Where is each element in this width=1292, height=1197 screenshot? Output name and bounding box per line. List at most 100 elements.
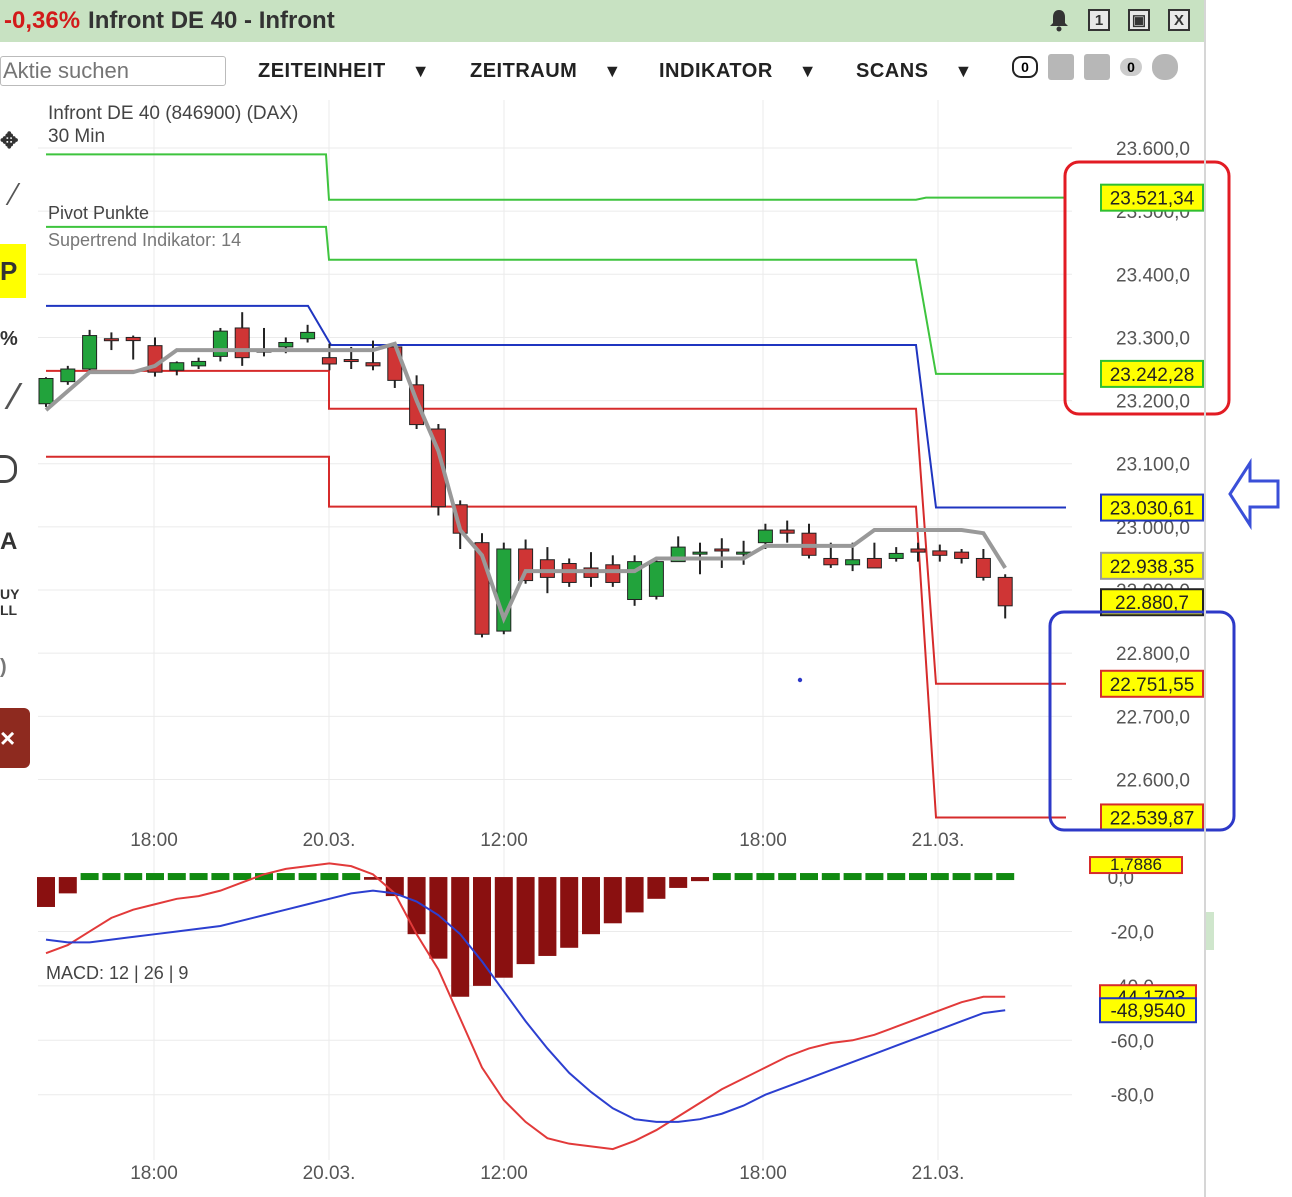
candle-body [648,561,664,597]
candle-body [932,550,948,556]
histogram-bar [974,873,993,881]
time-tick-label: 18:00 [130,1163,178,1184]
time-tick-label: 12:00 [480,830,528,851]
histogram-bar [887,873,906,881]
candle-body [692,551,708,555]
histogram-bar [691,877,709,882]
candle-body [234,327,250,359]
time-tick-label: 18:00 [739,1163,787,1184]
price-label-text: 23.030,61 [1110,499,1195,520]
histogram-bar [582,877,600,935]
candle-body [169,362,185,371]
candle-body [191,360,207,367]
time-tick-label: 12:00 [480,1163,528,1184]
pivot-line [46,304,1066,509]
candle-body [278,341,294,348]
histogram-bar [516,877,535,965]
histogram-bar [560,877,579,948]
candles [38,312,1013,638]
histogram-bar [712,873,731,881]
histogram-value-text: 1,7886 [1110,855,1162,874]
price-tick-label: 23.600,0 [1116,139,1190,160]
time-tick-label: 21.03. [912,830,965,851]
histogram-bar [865,873,884,881]
price-label-text: 23.521,34 [1110,189,1195,210]
dot-marker [797,677,803,683]
histogram-bar [821,873,840,881]
histogram-bar [58,877,77,894]
indicator-pivot-label: Pivot Punkte [48,203,149,223]
time-axis-top: 18:00 20.03. 12:00 18:00 21.03. [130,830,964,851]
histogram-bar [37,877,55,907]
price-tick-label: 22.600,0 [1116,770,1190,791]
chart-title: Infront DE 40 (846900) (DAX) [48,103,298,124]
histogram-bar [996,873,1015,881]
pivot-lines [46,153,1066,819]
candle-body [975,557,991,578]
histogram-bar [625,877,644,913]
candle-body [866,557,882,569]
candle-body [910,548,926,553]
price-tick-label: 23.200,0 [1116,392,1190,413]
candle-body [605,564,621,583]
candle-body [343,359,359,363]
candle-body [888,552,904,559]
price-tick-label: 22.700,0 [1116,707,1190,728]
chart-subtitle: 30 Min [48,126,105,147]
candle-body [845,559,861,566]
histogram-bar [80,873,99,881]
candle-body [779,529,795,534]
histogram-bar [211,873,230,881]
histogram-bar [102,873,121,881]
price-label-text: 23.242,28 [1110,365,1195,386]
macd-tick-label: -80,0 [1111,1086,1154,1107]
macd-tick-label: -60,0 [1111,1031,1154,1052]
scrollbar-thumb[interactable] [1206,912,1214,950]
histogram-bar [451,877,470,997]
price-label-text: 22.539,87 [1110,808,1195,829]
candle-body [539,559,555,578]
histogram-bar [647,877,666,899]
macd-value-text: -48,9540 [1110,1001,1185,1022]
histogram-bar [909,873,927,881]
pivot-line [46,455,1066,819]
histogram-bar [603,877,622,924]
candle-body [103,338,119,342]
histogram-bar [167,873,186,881]
macd-tick-label: -20,0 [1111,922,1154,943]
histogram-bar [124,873,143,881]
histogram-bar [146,873,164,881]
histogram-bar [669,877,688,888]
price-tick-label: 23.100,0 [1116,455,1190,476]
histogram-bar [494,877,513,978]
time-axis-bottom: 18:00 20.03. 12:00 18:00 21.03. [130,1163,964,1184]
histogram-bar [778,873,797,881]
macd-panel: -20,0-40,0-60,0-80,00,01,7886-44,1703-48… [37,855,1197,1151]
candle-body [321,357,337,365]
chart-area[interactable]: 23.600,023.500,023.400,023.300,023.200,0… [0,0,1292,1197]
panel-divider [1204,0,1206,1197]
histogram-bar [843,873,862,881]
time-tick-label: 18:00 [130,830,178,851]
price-tick-label: 22.800,0 [1116,644,1190,665]
candle-body [365,362,381,367]
histogram-bar [930,873,949,881]
candle-body [212,330,228,357]
candle-body [714,548,730,552]
price-label-text: 22.938,35 [1110,557,1195,578]
histogram-bar [800,873,818,881]
histogram-bar [276,873,295,881]
price-tick-label: 23.400,0 [1116,265,1190,286]
arrow-left-icon [1228,457,1280,531]
candle-body [82,335,98,370]
candle-body [300,331,316,340]
histogram-bar [538,877,557,956]
histogram-bar [233,873,252,881]
macd-label: MACD: 12 | 26 | 9 [46,963,188,983]
histogram-bar [342,873,361,881]
candle-body [60,368,76,383]
pivot-line [46,153,1066,201]
histogram-bar [298,873,317,881]
candle-body [997,576,1013,607]
histogram-bar [756,873,775,881]
